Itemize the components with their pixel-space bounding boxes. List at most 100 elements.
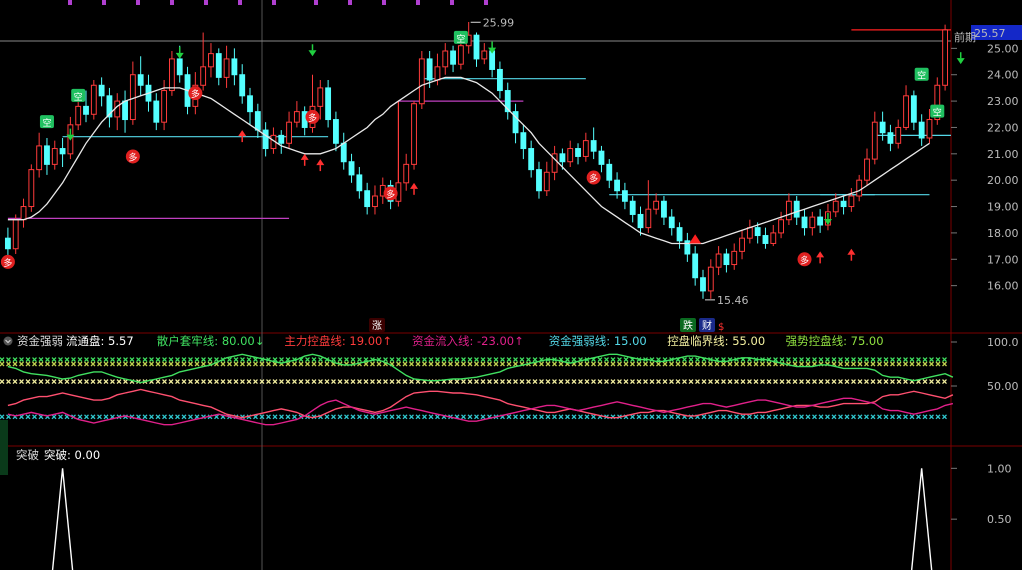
- kong-signal: 空: [456, 33, 465, 45]
- candle: [910, 95, 917, 123]
- candle: [567, 148, 574, 163]
- candle: [489, 50, 496, 70]
- candle: [317, 87, 324, 107]
- price-tick-label: 17.00: [987, 253, 1019, 266]
- indicator-legend-item: 资金流入线: -23.00↑: [412, 334, 524, 348]
- candle: [661, 200, 667, 218]
- price-tick-label: 18.00: [987, 227, 1019, 240]
- kong-signal: 空: [74, 91, 83, 103]
- top-marker: [204, 0, 208, 5]
- candle: [28, 169, 35, 208]
- candle: [12, 219, 19, 250]
- indicator-legend-item: 强势控盘线: 75.00: [786, 334, 884, 348]
- duo-signal: 多: [3, 257, 12, 269]
- high-price-label: 25.99: [483, 16, 514, 29]
- kong-signal: 空: [917, 70, 926, 82]
- candle: [840, 200, 847, 208]
- candle: [926, 119, 933, 139]
- candle: [817, 216, 824, 226]
- candle: [942, 29, 949, 86]
- candle: [778, 219, 785, 234]
- candle: [286, 121, 292, 144]
- candle: [90, 84, 97, 115]
- candle: [879, 121, 886, 134]
- candle: [575, 148, 581, 157]
- candle: [426, 58, 433, 81]
- kong-signal: 空: [42, 117, 51, 129]
- price-tick-label: 23.00: [987, 95, 1019, 108]
- top-marker: [272, 0, 276, 5]
- top-marker: [416, 0, 420, 5]
- candle: [785, 200, 792, 221]
- candle: [59, 148, 66, 155]
- price-tick-label: 21.00: [987, 148, 1019, 161]
- candle: [536, 169, 542, 192]
- candle: [293, 111, 300, 123]
- candle: [871, 121, 878, 160]
- candle: [83, 105, 89, 115]
- candle: [168, 58, 175, 92]
- event-zhang-icon: 涨: [372, 320, 382, 332]
- collapse-icon[interactable]: [3, 336, 13, 346]
- top-marker-strip: ▪ ▪ ▪ ▪ ▪ ▪ ▪ ▪ ▪ ▪ ▪ ▪ ▪: [0, 0, 1, 1]
- candle: [208, 53, 214, 68]
- price-tick-label: 25.00: [987, 42, 1019, 55]
- break-tick-label: 0.50: [987, 513, 1012, 526]
- candle: [215, 53, 222, 78]
- candle: [520, 132, 527, 150]
- indicator-legend-item: 流通盘: 5.57: [66, 334, 134, 348]
- candle: [51, 148, 58, 165]
- candle: [200, 66, 207, 86]
- candle: [801, 216, 808, 229]
- candle: [637, 213, 644, 229]
- price-tick-label: 22.00: [987, 121, 1019, 134]
- top-marker: [170, 0, 174, 5]
- prev-high-label: 前期: [954, 30, 976, 44]
- candle: [4, 237, 11, 250]
- duo-signal: 多: [191, 88, 200, 100]
- candle: [418, 58, 425, 105]
- candle: [114, 100, 121, 118]
- candle: [809, 216, 816, 229]
- candle: [364, 190, 371, 208]
- candle: [606, 163, 613, 181]
- scroll-handle[interactable]: [0, 420, 8, 475]
- candle: [98, 84, 105, 97]
- candle: [895, 126, 902, 144]
- indicator-legend-item: 主力控盘线: 19.00↑: [284, 334, 392, 348]
- candle: [668, 216, 675, 229]
- candle: [692, 253, 699, 279]
- chart-background: [0, 0, 1022, 570]
- candle: [356, 174, 363, 192]
- candle: [122, 100, 128, 121]
- stock-chart[interactable]: 25.00 24.00 23.00 22.00 21.00 20.00 19.00 18.00…: [0, 0, 1022, 570]
- candle: [247, 95, 253, 113]
- top-marker: [68, 0, 72, 5]
- duo-signal: 多: [308, 112, 317, 124]
- candle: [582, 140, 589, 157]
- candle: [629, 200, 636, 215]
- candle: [614, 179, 620, 192]
- duo-signal: 多: [128, 151, 137, 163]
- candle: [770, 232, 777, 244]
- candle: [333, 119, 339, 144]
- candle: [176, 58, 183, 76]
- price-tick-label: 19.00: [987, 201, 1019, 214]
- duo-signal: 多: [800, 254, 809, 266]
- candle: [700, 277, 706, 292]
- candle: [793, 200, 800, 218]
- candle: [684, 240, 691, 255]
- candle: [856, 179, 863, 197]
- candle: [723, 253, 730, 266]
- candle: [645, 208, 652, 229]
- candle: [676, 227, 683, 242]
- candle: [528, 148, 535, 171]
- top-marker: [136, 0, 140, 5]
- candle: [75, 105, 82, 126]
- indicator-tick-label: 50.00: [987, 380, 1019, 393]
- candle: [754, 227, 761, 237]
- duo-signal: 多: [589, 173, 598, 185]
- break-tick-label: 1.00: [987, 462, 1012, 475]
- candle: [473, 34, 480, 60]
- candle: [598, 150, 605, 165]
